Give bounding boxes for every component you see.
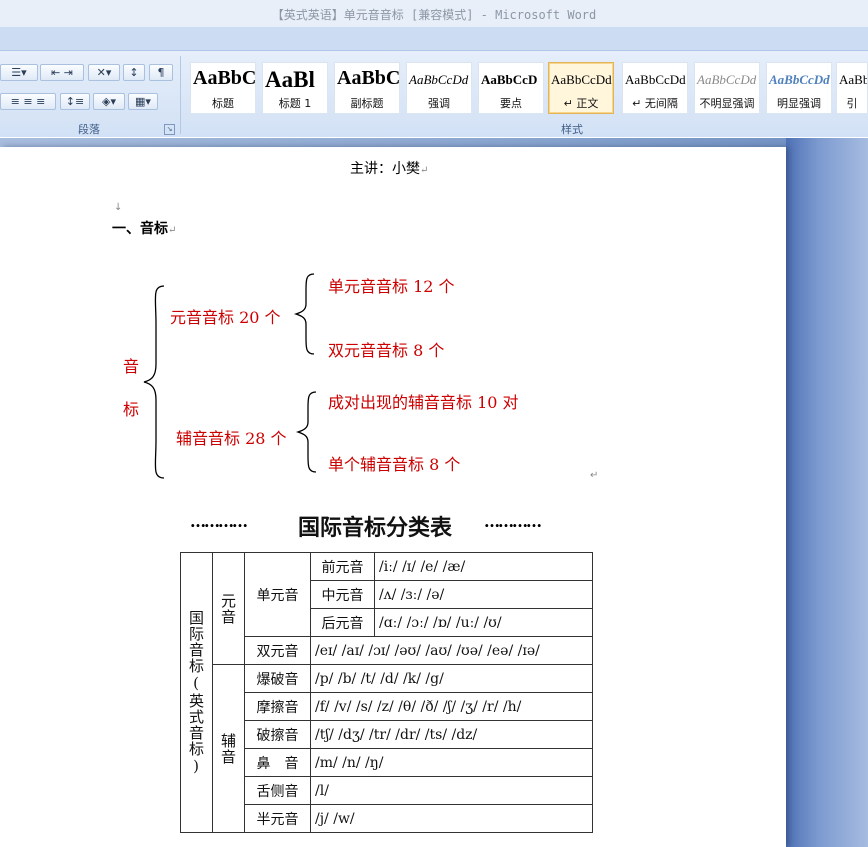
mono-label: 单元音 bbox=[244, 552, 311, 637]
row-symbols: /l/ bbox=[310, 776, 593, 805]
indent-icon: ⇤ ⇥ bbox=[51, 66, 73, 79]
chinese-layout-button[interactable]: ✕▾ bbox=[88, 64, 120, 81]
tree-paired-consonants: 成对出现的辅音音标 10 对 bbox=[328, 393, 519, 412]
tree-monophthongs: 单元音音标 12 个 bbox=[328, 277, 455, 296]
table-row: 国际音标(英式音标) 元音 单元音 前元音 /iː/ /ɪ/ /e/ /æ/ bbox=[180, 552, 593, 833]
line-spacing-button[interactable]: ↕≡ bbox=[60, 93, 90, 110]
line-spacing-icon: ↕≡ bbox=[65, 95, 85, 108]
tree-root-top: 音 bbox=[123, 357, 140, 376]
row-type: 鼻 音 bbox=[244, 748, 311, 777]
sort-button[interactable]: ↕ bbox=[123, 64, 145, 81]
style-emphasis[interactable]: AaBbCcDd 强调 bbox=[406, 62, 472, 114]
row-type: 破擦音 bbox=[244, 720, 311, 749]
paragraph-group-label: 段落 bbox=[78, 124, 100, 136]
table-title-dots-right: ………… bbox=[484, 512, 542, 531]
paragraph-mark: ↵ bbox=[420, 165, 429, 176]
style-strong[interactable]: AaBbCcD 要点 bbox=[478, 62, 544, 114]
tree-vowels: 元音音标 20 个 bbox=[170, 308, 281, 327]
row-symbols: /m/ /n/ /ŋ/ bbox=[310, 748, 593, 777]
row-type: 前元音 bbox=[310, 552, 375, 581]
border-icon: ▦▾ bbox=[135, 95, 151, 108]
list-icon: ☰▾ bbox=[11, 66, 27, 79]
style-quote[interactable]: AaBb 引 bbox=[836, 62, 868, 114]
tree-consonants: 辅音音标 28 个 bbox=[176, 429, 287, 448]
style-title[interactable]: AaBbC 标题 bbox=[190, 62, 256, 114]
style-heading-1[interactable]: AaBl 标题 1 bbox=[262, 62, 328, 114]
row-symbols: /eɪ/ /aɪ/ /ɔɪ/ /əʊ/ /aʊ/ /ʊə/ /eə/ /ɪə/ bbox=[310, 636, 593, 665]
multilevel-list-button[interactable]: ☰▾ bbox=[0, 64, 38, 81]
row-symbols: /f/ /v/ /s/ /z/ /θ/ /ð/ /ʃ/ /ʒ/ /r/ /h/ bbox=[310, 692, 593, 721]
align-icon: ≡ ≡ ≡ bbox=[10, 95, 46, 108]
sort-icon: ↕ bbox=[129, 66, 139, 79]
vowel-brace bbox=[293, 273, 315, 355]
row-symbols: /iː/ /ɪ/ /e/ /æ/ bbox=[374, 552, 593, 581]
row-type: 舌侧音 bbox=[244, 776, 311, 805]
consonant-brace bbox=[295, 391, 317, 473]
paragraph-mark: ↵ bbox=[590, 470, 599, 481]
ipa-table: 国际音标(英式音标) 元音 单元音 前元音 /iː/ /ɪ/ /e/ /æ/ 中… bbox=[180, 552, 593, 833]
style-subtitle[interactable]: AaBbC 副标题 bbox=[334, 62, 400, 114]
table-title-dots-left: ………… bbox=[190, 512, 248, 531]
section-title: 一、音标↵ bbox=[112, 221, 177, 237]
row-type: 半元音 bbox=[244, 804, 311, 833]
row-symbols: /ɑː/ /ɔː/ /ɒ/ /uː/ /ʊ/ bbox=[374, 608, 593, 637]
header-line: 主讲：小樊↵ bbox=[350, 161, 429, 177]
paragraph-mark: ↓ bbox=[114, 202, 123, 213]
table-row: 辅音 爆破音 /p/ /b/ /t/ /d/ /k/ /g/ bbox=[181, 664, 593, 833]
style-no-spacing[interactable]: AaBbCcDd ↵ 无间隔 bbox=[622, 62, 688, 114]
style-intense-emphasis[interactable]: AaBbCcDd 明显强调 bbox=[766, 62, 832, 114]
paint-bucket-icon: ◈▾ bbox=[102, 95, 116, 108]
table-title: 国际音标分类表 bbox=[298, 515, 453, 541]
window-title: 【英式英语】单元音音标 [兼容模式] - Microsoft Word bbox=[271, 8, 597, 22]
paragraph-dialog-launcher[interactable]: ↘ bbox=[164, 124, 175, 135]
table-side-label: 国际音标(英式音标) bbox=[180, 552, 213, 833]
paragraph-mark: ↵ bbox=[168, 225, 177, 236]
row-symbols: /p/ /b/ /t/ /d/ /k/ /g/ bbox=[310, 664, 593, 693]
tree-root-bottom: 标 bbox=[123, 400, 140, 419]
align-buttons[interactable]: ≡ ≡ ≡ bbox=[0, 93, 56, 110]
workspace-margin bbox=[786, 138, 868, 847]
row-symbols: /tʃ/ /dʒ/ /tr/ /dr/ /ts/ /dz/ bbox=[310, 720, 593, 749]
style-normal[interactable]: AaBbCcDd ↵ 正文 bbox=[548, 62, 614, 114]
row-type: 摩擦音 bbox=[244, 692, 311, 721]
borders-button[interactable]: ▦▾ bbox=[128, 93, 158, 110]
row-type: 双元音 bbox=[244, 636, 311, 665]
style-subtle-emphasis[interactable]: AaBbCcDd 不明显强调 bbox=[694, 62, 760, 114]
row-symbols: /j/ /w/ bbox=[310, 804, 593, 833]
consonant-category: 辅音 bbox=[212, 664, 245, 833]
shading-button[interactable]: ◈▾ bbox=[93, 93, 125, 110]
row-type: 爆破音 bbox=[244, 664, 311, 693]
row-type: 后元音 bbox=[310, 608, 375, 637]
vowel-category: 元音 bbox=[212, 552, 245, 665]
show-marks-button[interactable]: ¶ bbox=[149, 64, 173, 81]
group-divider bbox=[180, 56, 181, 134]
styles-group-label: 样式 bbox=[561, 124, 583, 136]
row-type: 中元音 bbox=[310, 580, 375, 609]
asian-layout-icon: ✕▾ bbox=[96, 66, 112, 79]
ribbon-tab-strip bbox=[0, 27, 868, 51]
pilcrow-icon: ¶ bbox=[157, 66, 165, 79]
row-symbols: /ʌ/ /ɜː/ /ə/ bbox=[374, 580, 593, 609]
tree-diphthongs: 双元音音标 8 个 bbox=[328, 341, 445, 360]
indent-buttons[interactable]: ⇤ ⇥ bbox=[40, 64, 84, 81]
tree-single-consonants: 单个辅音音标 8 个 bbox=[328, 455, 461, 474]
